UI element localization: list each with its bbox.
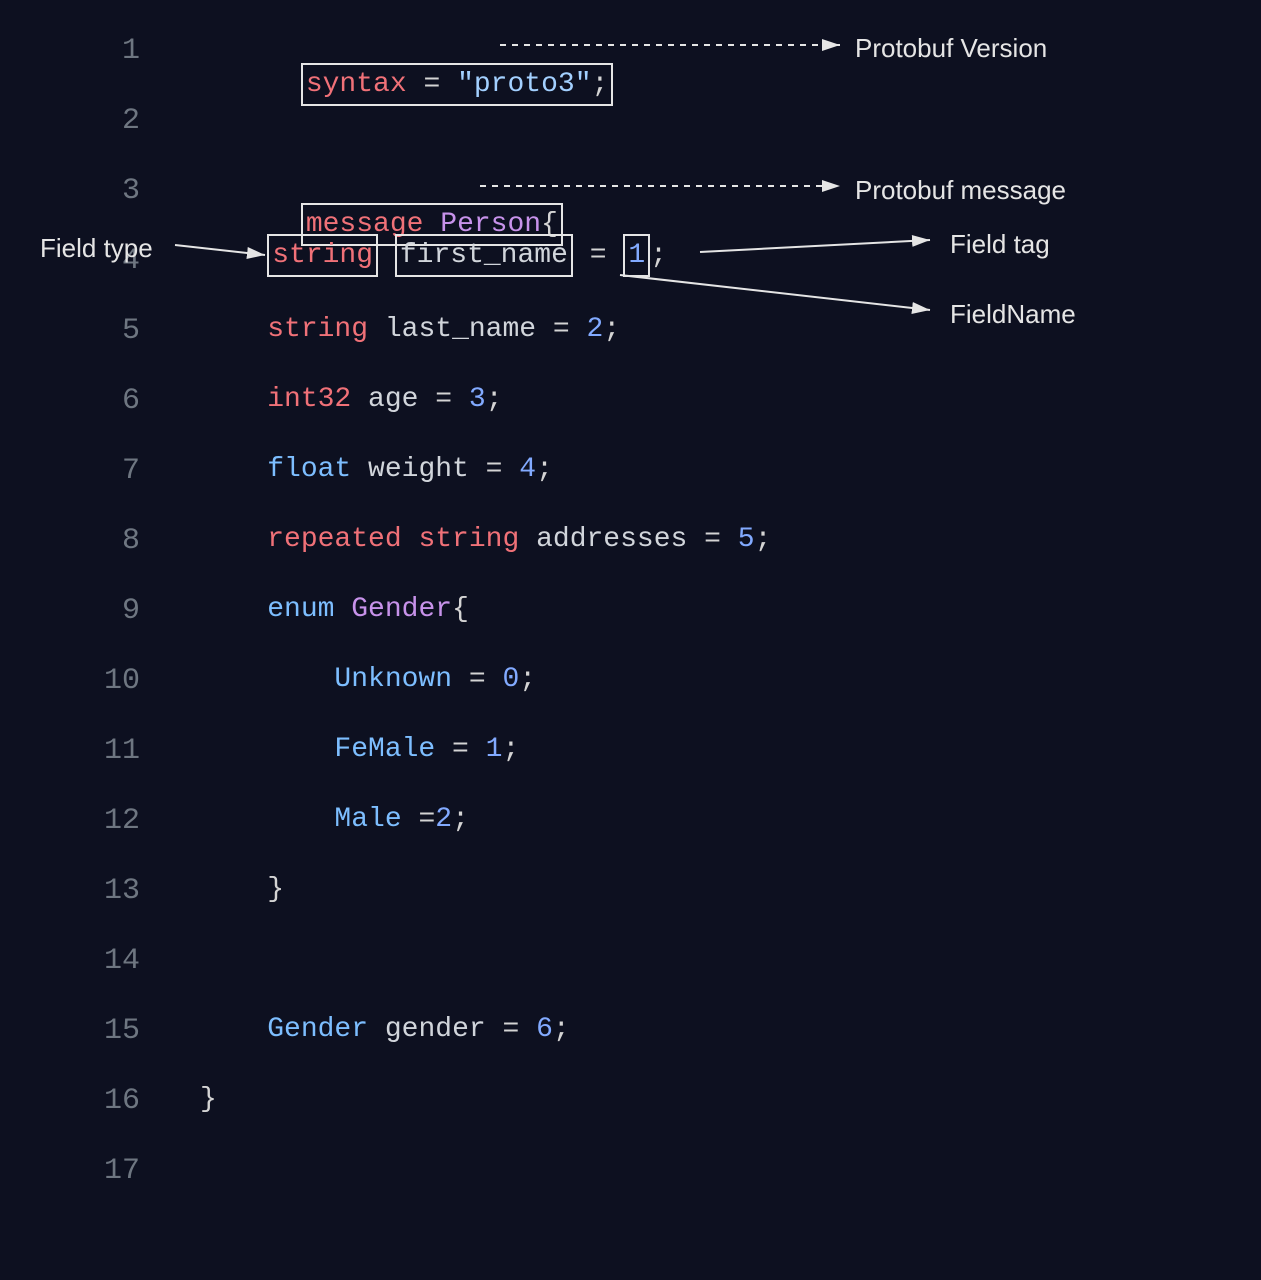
code-line-7: float weight = 4;	[200, 450, 553, 489]
field-name: age	[368, 384, 418, 415]
line-number: 14	[0, 940, 140, 982]
code-line-4: string first_name = 1;	[200, 234, 667, 277]
field-type: string	[418, 524, 519, 555]
field-name: gender	[385, 1014, 486, 1045]
semicolon: ;	[650, 240, 667, 271]
code-line-15: Gender gender = 6;	[200, 1010, 570, 1049]
space	[378, 240, 395, 271]
field-tag-box: 1	[623, 234, 650, 277]
modifier-repeated: repeated	[267, 524, 401, 555]
code-line-5: string last_name = 2;	[200, 310, 620, 349]
enum-value: 0	[502, 664, 519, 695]
field-type: string	[267, 314, 368, 345]
code-line-11: FeMale = 1;	[200, 730, 519, 769]
code-line-16: }	[200, 1080, 217, 1119]
line-number: 16	[0, 1080, 140, 1122]
line-number: 6	[0, 380, 140, 422]
line-number: 2	[0, 100, 140, 142]
field-type: string	[272, 240, 373, 271]
field-tag: 1	[628, 240, 645, 271]
field-name: last_name	[385, 314, 536, 345]
field-type-box: string	[267, 234, 378, 277]
field-tag: 2	[587, 314, 604, 345]
enum-value-name: FeMale	[334, 734, 435, 765]
line-number: 11	[0, 730, 140, 772]
brace-open: {	[452, 594, 469, 625]
field-type: Gender	[267, 1014, 368, 1045]
enum-value-name: Unknown	[334, 664, 452, 695]
equals: =	[407, 69, 457, 100]
enum-value: 1	[486, 734, 503, 765]
line-number: 10	[0, 660, 140, 702]
field-name-box: first_name	[395, 234, 573, 277]
keyword-enum: enum	[267, 594, 334, 625]
enum-value: 2	[435, 804, 452, 835]
field-type: float	[267, 454, 351, 485]
brace-close: }	[267, 874, 284, 905]
field-tag: 5	[738, 524, 755, 555]
annotation-protobuf-message: Protobuf message	[855, 172, 1066, 208]
field-tag: 3	[469, 384, 486, 415]
code-line-12: Male =2;	[200, 800, 469, 839]
line-number: 12	[0, 800, 140, 842]
line-number: 13	[0, 870, 140, 912]
line-number: 15	[0, 1010, 140, 1052]
field-type: int32	[267, 384, 351, 415]
field-name: weight	[368, 454, 469, 485]
line-number: 1	[0, 30, 140, 72]
brace-close: }	[200, 1084, 217, 1115]
field-name: addresses	[536, 524, 687, 555]
line-number: 9	[0, 590, 140, 632]
indent	[200, 240, 267, 271]
code-line-8: repeated string addresses = 5;	[200, 520, 771, 559]
code-line-6: int32 age = 3;	[200, 380, 503, 419]
annotation-protobuf-version: Protobuf Version	[855, 30, 1047, 66]
equals: =	[573, 240, 623, 271]
arrow-overlay	[0, 0, 1261, 1280]
field-tag: 4	[519, 454, 536, 485]
string-literal: "proto3"	[457, 69, 591, 100]
enum-name: Gender	[351, 594, 452, 625]
keyword-syntax: syntax	[306, 69, 407, 100]
annotation-field-name: FieldName	[950, 296, 1076, 332]
arrow-field-tag	[700, 240, 930, 252]
annotation-field-type: Field type	[40, 230, 153, 266]
syntax-declaration-box: syntax = "proto3";	[301, 63, 613, 106]
semicolon: ;	[592, 69, 609, 100]
code-line-13: }	[200, 870, 284, 909]
code-line-10: Unknown = 0;	[200, 660, 536, 699]
code-line-9: enum Gender{	[200, 590, 469, 629]
line-number: 7	[0, 450, 140, 492]
arrow-field-name	[620, 275, 930, 310]
line-number: 5	[0, 310, 140, 352]
line-number: 17	[0, 1150, 140, 1192]
code-line-1: syntax = "proto3";	[200, 24, 613, 146]
enum-value-name: Male	[334, 804, 401, 835]
line-number: 8	[0, 520, 140, 562]
line-number: 3	[0, 170, 140, 212]
diagram-root: 1 2 3 4 5 6 7 8 9 10 11 12 13 14 15 16 1…	[0, 0, 1261, 1280]
field-name: first_name	[400, 240, 568, 271]
annotation-field-tag: Field tag	[950, 226, 1050, 262]
field-tag: 6	[536, 1014, 553, 1045]
